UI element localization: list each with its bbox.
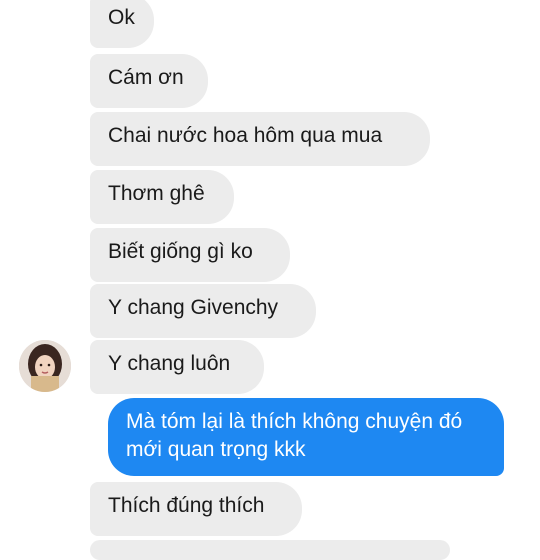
message-bubble-incoming[interactable]: Biết giống gì ko	[90, 228, 290, 282]
message-bubble-incoming[interactable]: Thích đúng thích	[90, 482, 302, 536]
contact-avatar[interactable]	[19, 340, 71, 392]
message-text: Y chang luôn	[108, 352, 231, 375]
message-bubble-incoming[interactable]: Cám ơn	[90, 54, 208, 108]
chat-thread: Ok Cám ơn Chai nước hoa hôm qua mua Thơm…	[0, 0, 540, 560]
message-text: Thơm ghê	[108, 182, 205, 205]
message-text: Thích đúng thích	[108, 494, 265, 517]
message-text: Biết giống gì ko	[108, 240, 253, 263]
contact-avatar-photo-icon	[19, 340, 71, 392]
message-text: Chai nước hoa hôm qua mua	[108, 124, 383, 147]
message-bubble-incoming[interactable]: Chai nước hoa hôm qua mua	[90, 112, 430, 166]
message-bubble-partial	[90, 540, 450, 560]
message-bubble-incoming[interactable]: Y chang Givenchy	[90, 284, 316, 338]
message-bubble-incoming[interactable]: Thơm ghê	[90, 170, 234, 224]
message-bubble-incoming[interactable]: Ok	[90, 0, 154, 48]
message-text: Cám ơn	[108, 66, 184, 89]
message-bubble-outgoing[interactable]: Mà tóm lại là thích không chuyện đó mới …	[108, 398, 504, 476]
message-text: Mà tóm lại là thích không chuyện đó mới …	[126, 410, 463, 462]
message-text: Ok	[108, 6, 135, 29]
message-text: Y chang Givenchy	[108, 296, 279, 319]
message-bubble-incoming[interactable]: Y chang luôn	[90, 340, 264, 394]
